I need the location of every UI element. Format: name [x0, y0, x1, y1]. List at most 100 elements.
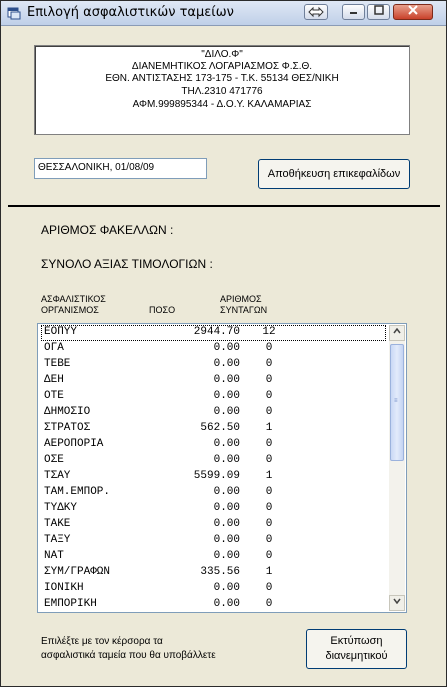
window-title: Επιλογή ασφαλιστικών ταμείων — [27, 5, 234, 20]
arrows-button[interactable] — [304, 4, 328, 20]
section-divider — [8, 205, 440, 207]
chevron-down-icon — [393, 598, 401, 605]
fund-count: 1 — [265, 566, 273, 578]
list-item[interactable]: ΣΥΜ/ΓΡΑΦΩΝ 335.56 1 — [38, 564, 388, 580]
list-item[interactable]: ΕΜΠΟΡΙΚΗ 0.00 0 — [38, 596, 388, 612]
fund-amount: 0.00 — [213, 454, 240, 466]
fund-count: 0 — [265, 598, 273, 610]
header-line: ΤΗΛ.2310 471776 — [181, 86, 263, 97]
fund-count: 0 — [265, 502, 273, 514]
funds-list[interactable]: ΕΟΠΥΥ 2944.70 12 ΟΓΑ 0.00 0 ΤΕΒΕ 0.00 0 ΔΕΗ 0.00 0 Ο… — [37, 323, 407, 613]
header-line: ΔΙΑΝΕΜΗΤΙΚΟΣ ΛΟΓΑΡΙΑΣΜΟΣ Φ.Σ.Θ. — [131, 61, 313, 72]
fund-count: 0 — [265, 358, 273, 370]
fund-amount: 0.00 — [213, 438, 240, 450]
scroll-down-button[interactable] — [389, 595, 405, 611]
instruction-line: ασφαλιστικά ταμεία που θα υποβάλλετε — [41, 650, 216, 661]
column-header-fund: ΑΣΦΑΛΙΣΤΙΚΟΣ ΟΡΓΑΝΙΣΜΟΣ — [41, 294, 106, 316]
fund-name: ΤΥΔΚΥ — [44, 502, 78, 514]
scroll-up-button[interactable] — [389, 325, 405, 341]
grip-icon: ≡ — [394, 397, 398, 404]
fund-amount: 0.00 — [213, 502, 240, 514]
fund-count: 0 — [265, 534, 273, 546]
dialog-window: Επιλογή ασφαλιστικών ταμείων "ΔΙΛΟ.Φ" ΔΙ… — [0, 0, 447, 687]
fund-amount: 0.00 — [213, 582, 240, 594]
list-item[interactable]: ΤΑΚΕ 0.00 0 — [38, 516, 388, 532]
save-headers-button[interactable]: Αποθήκευση επικεφαλίδων — [258, 159, 410, 189]
column-header-count-line: ΣΥΝΤΑΓΩΝ — [220, 305, 268, 315]
fund-name: ΣΤΡΑΤΟΣ — [44, 422, 91, 434]
fund-amount: 0.00 — [213, 550, 240, 562]
fund-count: 0 — [265, 582, 273, 594]
close-button[interactable] — [393, 4, 433, 20]
fund-count: 0 — [265, 454, 273, 466]
list-item[interactable]: ΕΟΠΥΥ 2944.70 12 — [38, 324, 388, 341]
fund-name: ΤΣΑΥ — [44, 470, 71, 482]
print-button-line: διανεμητικού — [325, 650, 388, 662]
fund-count: 0 — [265, 438, 273, 450]
fund-count: 0 — [265, 374, 273, 386]
instruction-text: Επιλέξτε με τον κέρσορα τα ασφαλιστικά τ… — [41, 635, 216, 663]
list-item[interactable]: ΤΥΔΚΥ 0.00 0 — [38, 500, 388, 516]
fund-amount: 0.00 — [213, 390, 240, 402]
fund-count: 0 — [265, 486, 273, 498]
fund-name: ΕΜΠΟΡΙΚΗ — [44, 598, 97, 610]
scroll-thumb[interactable]: ≡ — [390, 344, 404, 461]
minimize-button[interactable] — [342, 4, 365, 20]
fund-amount: 335.56 — [200, 566, 240, 578]
fund-count: 1 — [265, 422, 273, 434]
fund-name: ΑΕΡΟΠΟΡΙΑ — [44, 438, 104, 450]
fund-name: ΕΟΠΥΥ — [44, 326, 78, 338]
header-line: ΕΘΝ. ΑΝΤΙΣΤΑΣΗΣ 173-175 - Τ.Κ. 55134 ΘΕΣ… — [105, 73, 339, 84]
list-scrollbar[interactable]: ≡ — [389, 325, 405, 611]
list-item[interactable]: ΟΓΑ 0.00 0 — [38, 340, 388, 356]
column-header-amount: ΠΟΣΟ — [149, 305, 176, 315]
instruction-line: Επιλέξτε με τον κέρσορα τα — [41, 636, 163, 647]
title-bar[interactable]: Επιλογή ασφαλιστικών ταμείων — [1, 1, 446, 26]
invoices-total-label: ΣΥΝΟΛΟ ΑΞΙΑΣ ΤΙΜΟΛΟΓΙΩΝ : — [41, 257, 213, 271]
fund-amount: 5599.09 — [193, 470, 240, 482]
header-line: "ΔΙΛΟ.Φ" — [201, 49, 243, 60]
place-date-field[interactable]: ΘΕΣΣΑΛΟΝΙΚΗ, 01/08/09 — [34, 158, 207, 179]
column-header-count-line: ΑΡΙΘΜΟΣ — [220, 294, 262, 304]
fund-count: 12 — [262, 326, 276, 338]
list-item[interactable]: ΔΗΜΟΣΙΟ 0.00 0 — [38, 404, 388, 420]
fund-count: 0 — [265, 550, 273, 562]
close-icon — [408, 5, 418, 15]
print-distribution-button[interactable]: Εκτύπωση διανεμητικού — [306, 629, 407, 669]
minimize-icon — [349, 12, 357, 14]
fund-count: 1 — [265, 470, 273, 482]
fund-name: ΤΑΞΥ — [44, 534, 71, 546]
fund-count: 0 — [265, 518, 273, 530]
fund-amount: 0.00 — [213, 374, 240, 386]
fund-count: 0 — [265, 406, 273, 418]
fund-amount: 0.00 — [213, 486, 240, 498]
chevron-up-icon — [393, 327, 401, 334]
fund-name: ΣΥΜ/ΓΡΑΦΩΝ — [44, 566, 111, 578]
fund-amount: 562.50 — [200, 422, 240, 434]
list-item[interactable]: ΤΑΞΥ 0.00 0 — [38, 532, 388, 548]
window-app-icon — [7, 7, 21, 20]
list-item[interactable]: ΣΤΡΑΤΟΣ 562.50 1 — [38, 420, 388, 436]
list-item[interactable]: ΤΕΒΕ 0.00 0 — [38, 356, 388, 372]
list-item[interactable]: ΤΣΑΥ 5599.09 1 — [38, 468, 388, 484]
maximize-button[interactable] — [367, 4, 390, 20]
list-item[interactable]: ΟΤΕ 0.00 0 — [38, 388, 388, 404]
fund-name: ΔΕΗ — [44, 374, 64, 386]
list-item[interactable]: ΑΕΡΟΠΟΡΙΑ 0.00 0 — [38, 436, 388, 452]
fund-amount: 0.00 — [213, 406, 240, 418]
fund-name: ΙΟΝΙΚΗ — [44, 582, 84, 594]
list-item[interactable]: ΟΣΕ 0.00 0 — [38, 452, 388, 468]
column-header-fund-line: ΑΣΦΑΛΙΣΤΙΚΟΣ — [41, 294, 106, 304]
list-item[interactable]: ΝΑΤ 0.00 0 — [38, 548, 388, 564]
fund-amount: 0.00 — [213, 358, 240, 370]
fund-amount: 0.00 — [213, 518, 240, 530]
fund-name: ΟΣΕ — [44, 454, 64, 466]
fund-name: ΟΓΑ — [44, 342, 64, 354]
header-text-box[interactable]: "ΔΙΛΟ.Φ" ΔΙΑΝΕΜΗΤΙΚΟΣ ΛΟΓΑΡΙΑΣΜΟΣ Φ.Σ.Θ.… — [34, 45, 410, 135]
list-item[interactable]: ΔΕΗ 0.00 0 — [38, 372, 388, 388]
fund-amount: 0.00 — [213, 342, 240, 354]
list-item[interactable]: ΙΟΝΙΚΗ 0.00 0 — [38, 580, 388, 596]
fund-amount: 0.00 — [213, 534, 240, 546]
list-item[interactable]: ΤΑΜ.ΕΜΠΟΡ. 0.00 0 — [38, 484, 388, 500]
fund-name: ΤΑΜ.ΕΜΠΟΡ. — [44, 486, 111, 498]
